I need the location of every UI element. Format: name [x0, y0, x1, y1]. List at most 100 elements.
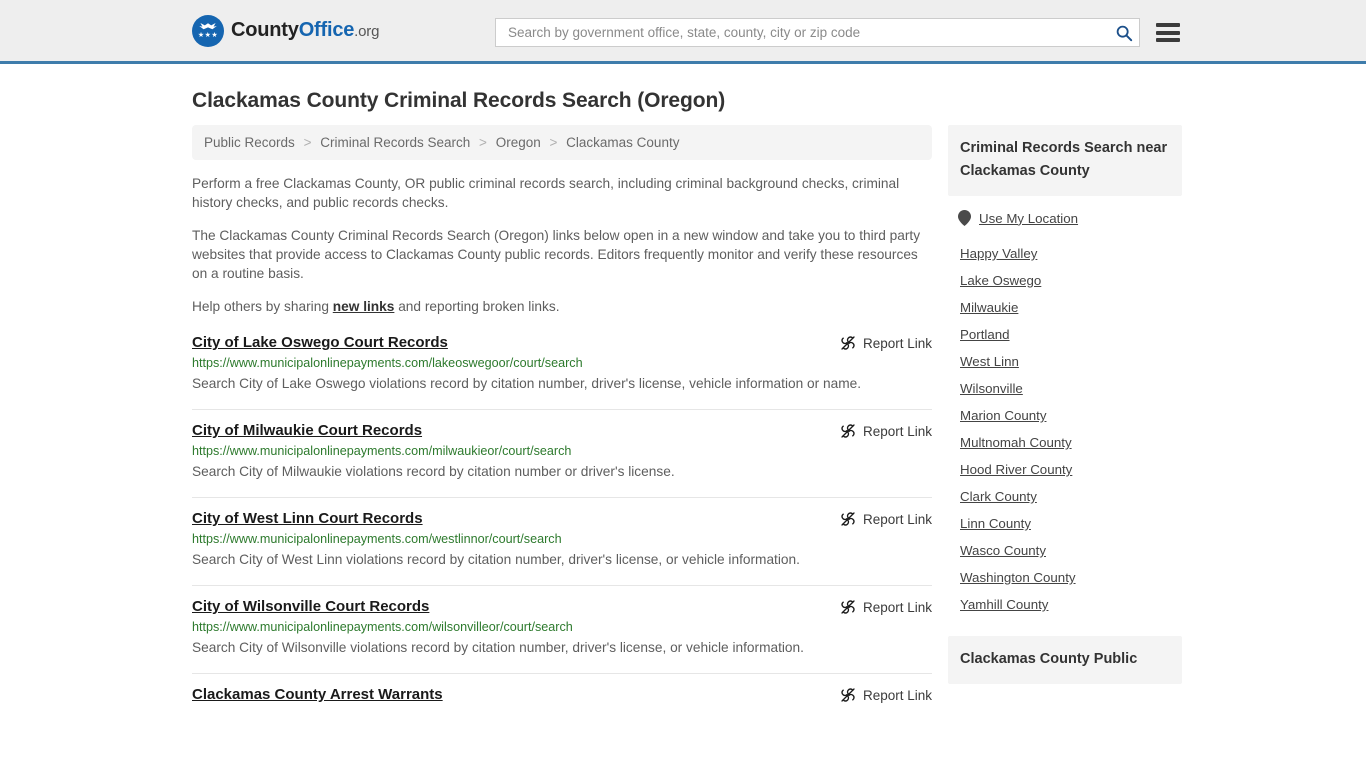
intro-paragraph-3: Help others by sharing new links and rep…: [192, 297, 932, 316]
report-link-label: Report Link: [862, 335, 932, 351]
unlink-icon: [841, 424, 855, 438]
intro-paragraph-1: Perform a free Clackamas County, OR publ…: [192, 176, 900, 210]
logo-text: CountyOffice.org: [231, 19, 379, 42]
sidebar-link-item[interactable]: Wasco County: [948, 537, 1182, 564]
breadcrumb-separator: >: [303, 135, 312, 150]
result-item: City of Milwaukie Court Records Report L…: [192, 409, 932, 497]
result-header: Clackamas County Arrest Warrants Report …: [192, 686, 932, 703]
result-url: https://www.municipalonlinepayments.com/…: [192, 532, 562, 546]
result-header: City of Milwaukie Court Records Report L…: [192, 422, 932, 439]
result-header: City of Lake Oswego Court Records Report…: [192, 334, 932, 351]
intro-p3-after: and reporting broken links.: [394, 299, 560, 314]
search-icon[interactable]: [1115, 24, 1133, 42]
sidebar-link-item[interactable]: Happy Valley: [948, 240, 1182, 267]
use-my-location-link[interactable]: Use My Location: [979, 211, 1078, 226]
sidebar-link[interactable]: Hood River County: [960, 462, 1072, 477]
sidebar-link-item[interactable]: Portland: [948, 321, 1182, 348]
page-title: Clackamas County Criminal Records Search…: [192, 89, 726, 112]
report-link-label: Report Link: [862, 511, 932, 527]
sidebar-link[interactable]: Wilsonville: [960, 381, 1023, 396]
sidebar-link[interactable]: Washington County: [960, 570, 1076, 585]
result-header: City of Wilsonville Court Records Report…: [192, 598, 932, 615]
sidebar-link-item[interactable]: Linn County: [948, 510, 1182, 537]
page-container: Clackamas County Criminal Records Search…: [0, 89, 1366, 716]
search-area: [495, 18, 1180, 47]
search-input[interactable]: [506, 24, 1115, 41]
sidebar-panel-title-next: Clackamas County Public: [948, 636, 1182, 684]
unlink-icon: [841, 688, 855, 702]
sidebar-link[interactable]: West Linn: [960, 354, 1019, 369]
site-header: ★★★ CountyOffice.org: [0, 0, 1366, 64]
sidebar-link-item[interactable]: Washington County: [948, 564, 1182, 591]
report-link-button[interactable]: Report Link: [840, 510, 932, 527]
intro-paragraph-2: The Clackamas County Criminal Records Se…: [192, 228, 921, 281]
result-title-link[interactable]: City of Milwaukie Court Records: [192, 422, 422, 439]
main-column: Public Records > Criminal Records Search…: [192, 125, 932, 716]
sidebar-link-item[interactable]: Lake Oswego: [948, 267, 1182, 294]
report-link-button[interactable]: Report Link: [840, 598, 932, 615]
sidebar-link-item[interactable]: Multnomah County: [948, 429, 1182, 456]
result-url: https://www.municipalonlinepayments.com/…: [192, 444, 572, 458]
result-title-link[interactable]: City of Wilsonville Court Records: [192, 598, 429, 615]
result-item: City of Lake Oswego Court Records Report…: [192, 330, 932, 409]
sidebar-link[interactable]: Lake Oswego: [960, 273, 1041, 288]
sidebar-link[interactable]: Marion County: [960, 408, 1046, 423]
content-layout: Public Records > Criminal Records Search…: [192, 125, 1182, 716]
report-link-button[interactable]: Report Link: [840, 686, 932, 703]
report-link-label: Report Link: [862, 687, 932, 703]
eagle-icon: [199, 23, 217, 30]
breadcrumb-separator: >: [549, 135, 558, 150]
logo-name-county: County: [231, 19, 299, 41]
sidebar-link-item[interactable]: Hood River County: [948, 456, 1182, 483]
results-list: City of Lake Oswego Court Records Report…: [192, 330, 932, 716]
sidebar-link[interactable]: Milwaukie: [960, 300, 1018, 315]
sidebar-link-item[interactable]: Milwaukie: [948, 294, 1182, 321]
sidebar-panel-title: Criminal Records Search near Clackamas C…: [948, 125, 1182, 196]
logo-name-org: .org: [354, 23, 380, 40]
sidebar-link[interactable]: Clark County: [960, 489, 1037, 504]
sidebar-panel-nearby: Criminal Records Search near Clackamas C…: [948, 125, 1182, 618]
sidebar: Criminal Records Search near Clackamas C…: [948, 125, 1182, 684]
location-pin-icon: [958, 210, 971, 226]
sidebar-link[interactable]: Wasco County: [960, 543, 1046, 558]
sidebar-link[interactable]: Portland: [960, 327, 1010, 342]
result-item: City of West Linn Court Records Report L…: [192, 497, 932, 585]
breadcrumb-item-2[interactable]: Oregon: [496, 135, 541, 150]
menu-bar-3: [1156, 38, 1180, 42]
report-link-label: Report Link: [862, 423, 932, 439]
menu-bar-1: [1156, 23, 1180, 27]
result-title-link[interactable]: City of West Linn Court Records: [192, 510, 423, 527]
sidebar-link-item[interactable]: Yamhill County: [948, 591, 1182, 618]
site-logo[interactable]: ★★★ CountyOffice.org: [192, 14, 379, 47]
report-link-label: Report Link: [862, 599, 932, 615]
sidebar-link-item[interactable]: West Linn: [948, 348, 1182, 375]
report-link-button[interactable]: Report Link: [840, 422, 932, 439]
breadcrumb-separator: >: [479, 135, 487, 150]
result-item: Clackamas County Arrest Warrants Report …: [192, 673, 932, 716]
sidebar-link-item[interactable]: Marion County: [948, 402, 1182, 429]
result-title-link[interactable]: Clackamas County Arrest Warrants: [192, 686, 443, 703]
unlink-icon: [841, 336, 855, 350]
report-link-button[interactable]: Report Link: [840, 334, 932, 351]
logo-stars: ★★★: [197, 32, 219, 39]
sidebar-link-item[interactable]: Wilsonville: [948, 375, 1182, 402]
new-links-link[interactable]: new links: [333, 299, 395, 314]
sidebar-link[interactable]: Multnomah County: [960, 435, 1072, 450]
breadcrumb: Public Records > Criminal Records Search…: [192, 125, 932, 160]
result-item: City of Wilsonville Court Records Report…: [192, 585, 932, 673]
result-description: Search City of Lake Oswego violations re…: [192, 376, 862, 391]
sidebar-link[interactable]: Yamhill County: [960, 597, 1048, 612]
menu-bar-2: [1156, 30, 1180, 35]
intro-text: Perform a free Clackamas County, OR publ…: [192, 174, 932, 316]
breadcrumb-item-0[interactable]: Public Records: [204, 135, 295, 150]
breadcrumb-item-1[interactable]: Criminal Records Search: [320, 135, 470, 150]
search-box[interactable]: [495, 18, 1140, 47]
hamburger-menu-icon[interactable]: [1156, 23, 1180, 42]
breadcrumb-item-3[interactable]: Clackamas County: [566, 135, 679, 150]
result-title-link[interactable]: City of Lake Oswego Court Records: [192, 334, 448, 351]
use-my-location-row[interactable]: Use My Location: [948, 196, 1182, 232]
unlink-icon: [841, 600, 855, 614]
sidebar-link-item[interactable]: Clark County: [948, 483, 1182, 510]
sidebar-link[interactable]: Happy Valley: [960, 246, 1037, 261]
sidebar-link[interactable]: Linn County: [960, 516, 1031, 531]
